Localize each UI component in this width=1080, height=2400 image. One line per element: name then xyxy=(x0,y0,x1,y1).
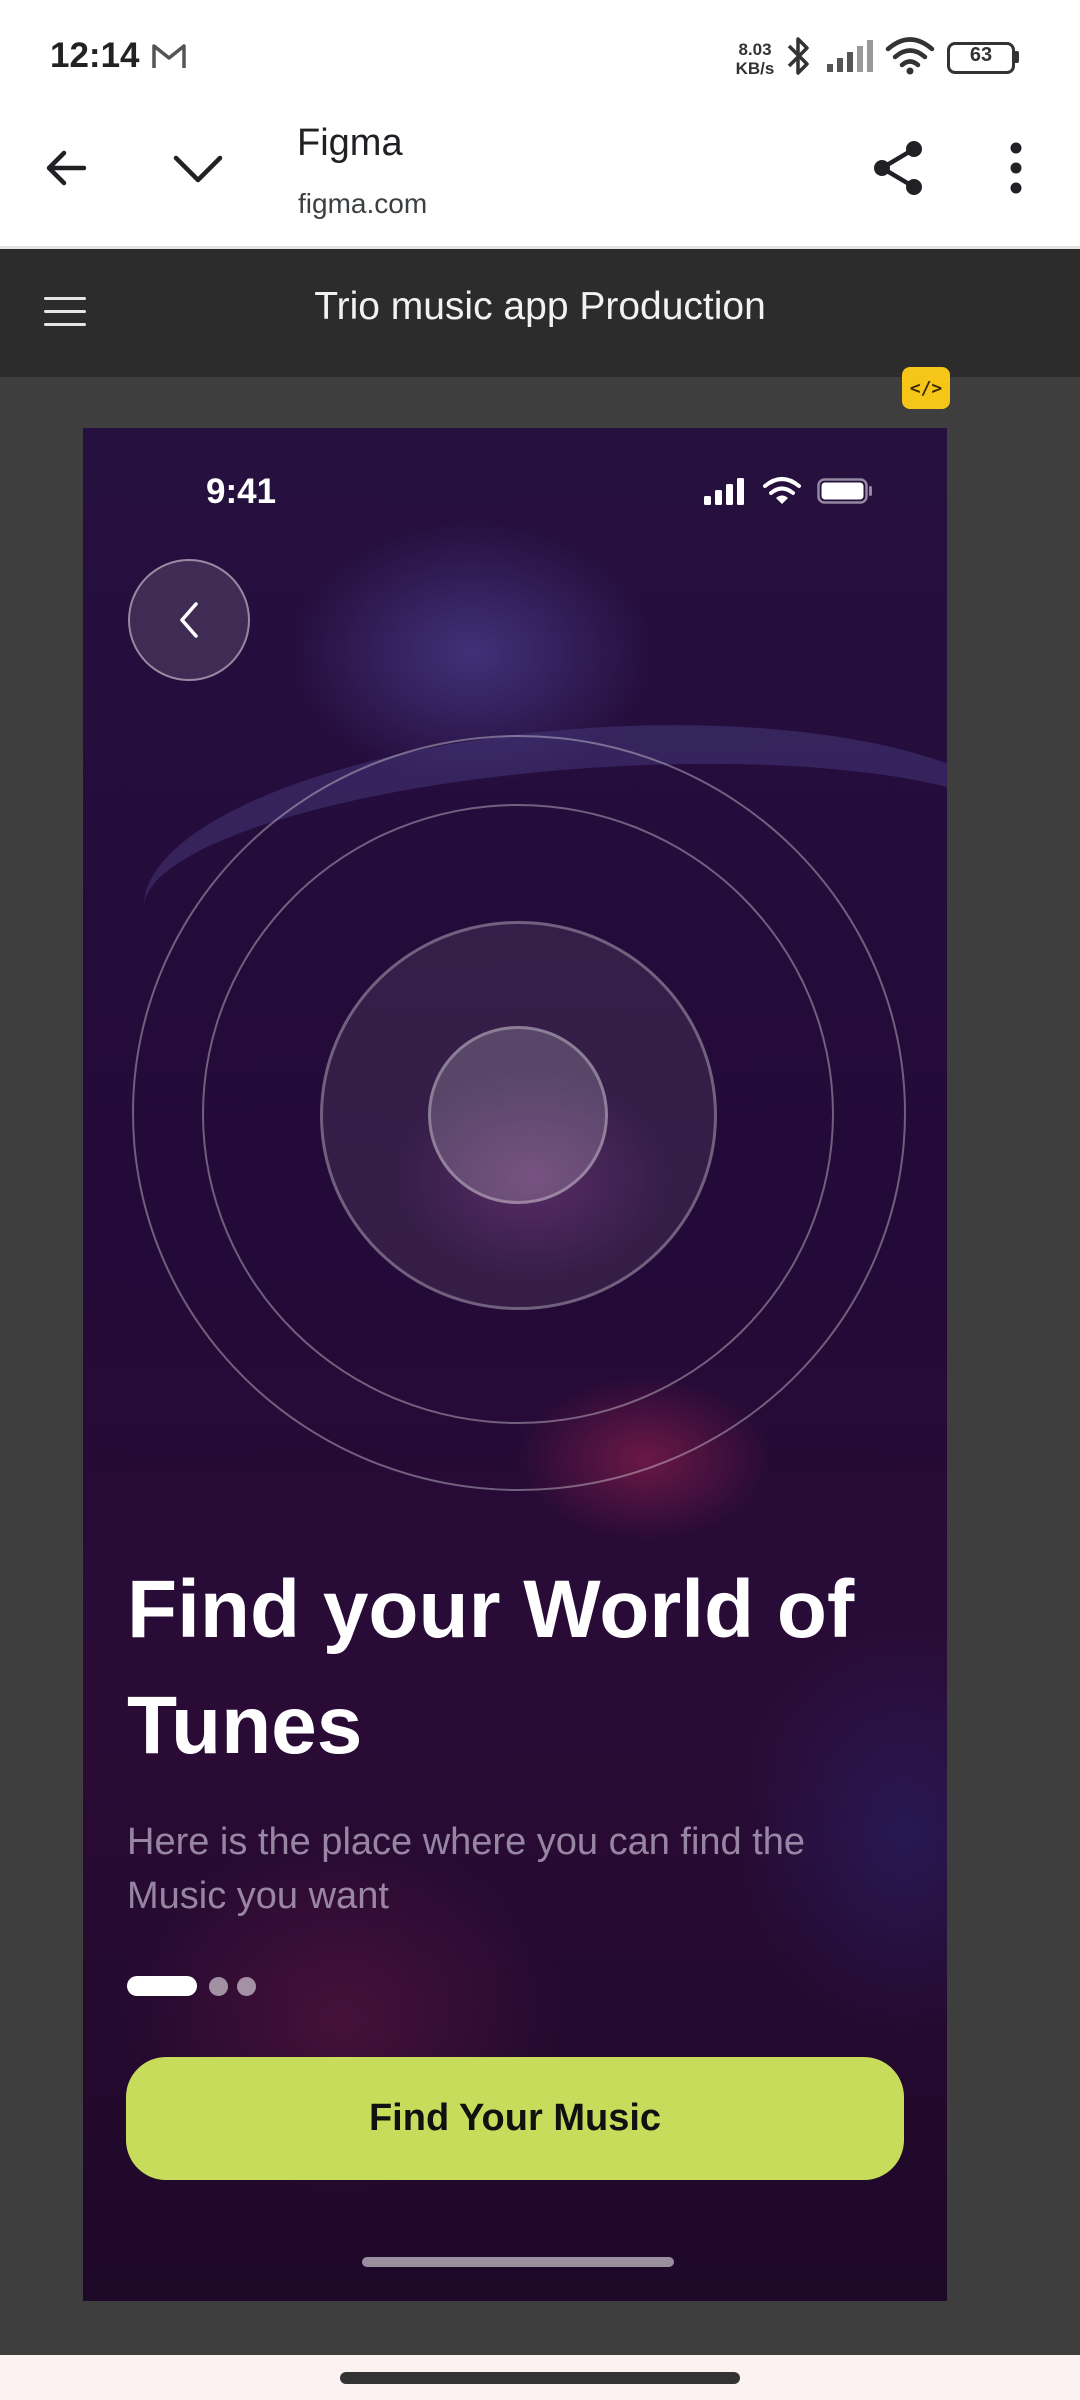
back-button[interactable] xyxy=(128,559,250,681)
chevron-down-icon xyxy=(173,155,223,183)
page-indicator-dot xyxy=(237,1977,256,1996)
dev-mode-badge[interactable]: </> xyxy=(902,367,950,409)
find-your-music-button[interactable]: Find Your Music xyxy=(126,2057,904,2180)
browser-toolbar: Figma figma.com xyxy=(0,112,1080,249)
phone-battery-icon xyxy=(817,478,872,504)
cellular-signal-icon xyxy=(827,40,873,72)
page-indicator-active xyxy=(127,1976,197,1996)
minimize-button[interactable] xyxy=(158,128,238,208)
phone-status-time: 9:41 xyxy=(206,472,277,511)
page-indicator-dot xyxy=(209,1977,228,1996)
figma-header: Trio music app Production xyxy=(0,249,1080,377)
system-status-bar: 12:14 8.03 KB/s 63 xyxy=(0,0,1080,112)
phone-home-indicator xyxy=(362,2257,674,2267)
back-button[interactable] xyxy=(26,128,106,208)
arrow-left-icon xyxy=(46,150,87,186)
chevron-left-icon xyxy=(180,602,198,638)
page-url[interactable]: figma.com xyxy=(298,188,427,220)
battery-level: 63 xyxy=(969,44,993,66)
battery-icon: 63 xyxy=(947,42,1019,74)
figma-file-title: Trio music app Production xyxy=(314,285,766,328)
onboarding-subtitle: Here is the place where you can find the… xyxy=(127,1821,806,1917)
more-vertical-icon xyxy=(1010,142,1022,194)
gmail-icon xyxy=(152,44,186,68)
status-time: 12:14 xyxy=(50,36,140,75)
share-button[interactable] xyxy=(858,128,938,208)
network-speed-unit: KB/s xyxy=(735,59,775,78)
more-options-button[interactable] xyxy=(976,128,1056,208)
onboarding-headline: Find your World of Tunes xyxy=(127,1564,855,1771)
network-speed: 8.03 KB/s xyxy=(733,40,777,78)
wifi-icon xyxy=(885,37,935,75)
phone-signal-icon xyxy=(704,478,744,505)
share-icon xyxy=(874,141,922,195)
page-title: Figma xyxy=(297,122,403,164)
phone-wifi-icon xyxy=(763,477,801,504)
gesture-handle[interactable] xyxy=(340,2372,740,2384)
bluetooth-icon xyxy=(787,37,809,75)
center-disc xyxy=(428,1026,608,1204)
network-speed-value: 8.03 xyxy=(738,40,772,59)
design-frame[interactable]: 9:41 Find your World of Tunes Here is th… xyxy=(83,428,947,2301)
